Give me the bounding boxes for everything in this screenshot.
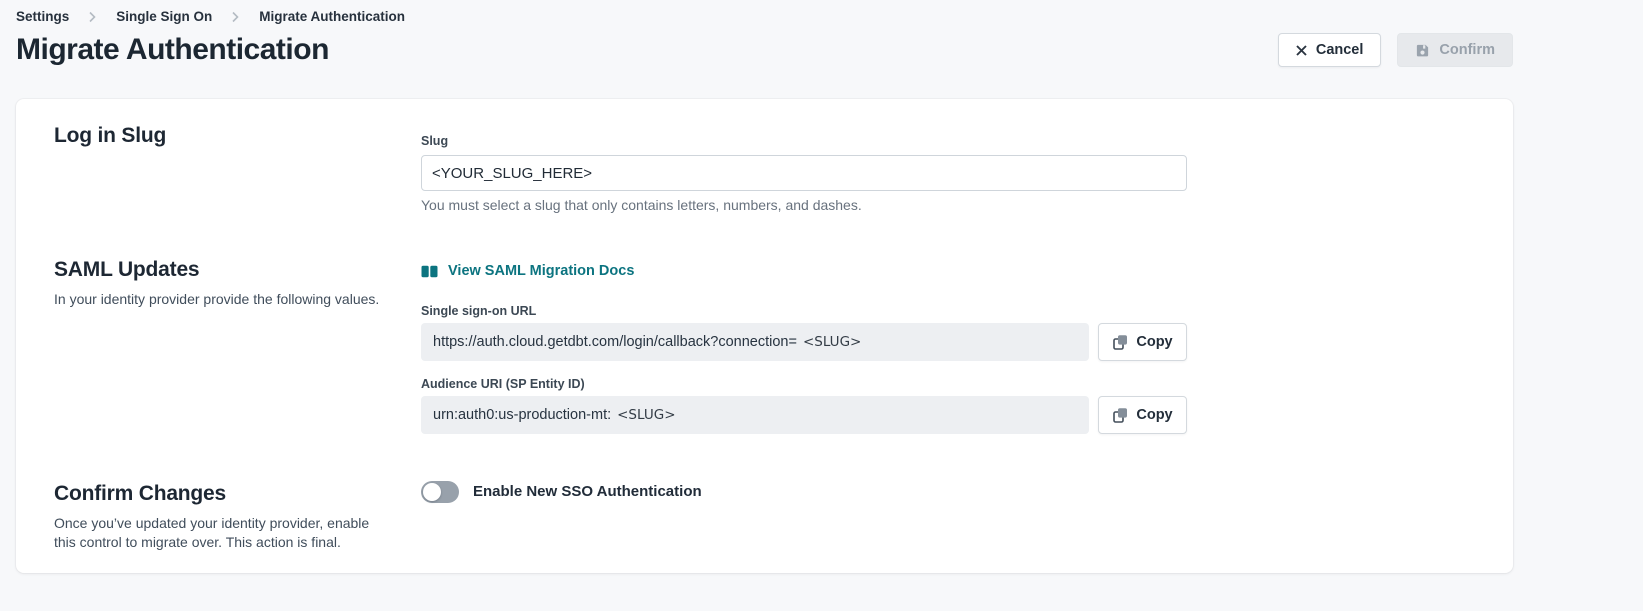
sso-url-row: https://auth.cloud.getdbt.com/login/call… [421,323,1187,361]
slug-input[interactable] [421,155,1187,191]
breadcrumb-settings[interactable]: Settings [16,9,69,24]
audience-uri-value: urn:auth0:us-production-mt: <SLUG> [421,396,1089,434]
copy-sso-url-button[interactable]: Copy [1098,323,1187,361]
sso-url-label: Single sign-on URL [421,305,1187,318]
audience-uri-label: Audience URI (SP Entity ID) [421,378,1187,391]
section-title-confirm-changes: Confirm Changes [54,481,421,507]
copy-button-label: Copy [1136,334,1172,350]
save-icon [1415,43,1430,58]
cancel-button-label: Cancel [1316,42,1364,58]
header-actions: Cancel Confirm [1278,33,1513,67]
docs-link-label: View SAML Migration Docs [448,263,634,279]
section-title-saml-updates: SAML Updates [54,257,421,283]
saml-description: In your identity provider provide the fo… [54,290,384,309]
breadcrumb: Settings Single Sign On Migrate Authenti… [16,0,1513,24]
sso-url-slug-token: <SLUG> [803,334,861,350]
copy-icon [1112,407,1128,423]
x-icon [1296,45,1307,56]
copy-audience-uri-button[interactable]: Copy [1098,396,1187,434]
confirm-description: Once you’ve updated your identity provid… [54,514,384,552]
toggle-knob [423,483,441,501]
chevron-right-icon [89,11,96,23]
book-icon [421,265,438,278]
page-header: Migrate Authentication Cancel Confirm [16,33,1513,67]
enable-sso-toggle-row: Enable New SSO Authentication [421,481,1187,503]
settings-card: Log in Slug Slug You must select a slug … [16,99,1513,573]
copy-icon [1112,334,1128,350]
breadcrumb-single-sign-on[interactable]: Single Sign On [116,9,212,24]
section-title-login-slug: Log in Slug [54,123,421,149]
chevron-right-icon [232,11,239,23]
confirm-button-label: Confirm [1439,42,1495,58]
audience-uri-slug-token: <SLUG> [617,407,675,423]
view-saml-migration-docs-link[interactable]: View SAML Migration Docs [421,263,634,279]
slug-field-label: Slug [421,135,1187,148]
migrate-authentication-page: Settings Single Sign On Migrate Authenti… [16,0,1513,573]
confirm-button[interactable]: Confirm [1397,33,1513,67]
copy-button-label: Copy [1136,407,1172,423]
enable-sso-toggle[interactable] [421,481,459,503]
enable-sso-toggle-label: Enable New SSO Authentication [473,483,702,500]
sso-url-value: https://auth.cloud.getdbt.com/login/call… [421,323,1089,361]
cancel-button[interactable]: Cancel [1278,33,1382,67]
section-saml-updates: SAML Updates In your identity provider p… [54,257,1475,434]
audience-uri-row: urn:auth0:us-production-mt: <SLUG> Copy [421,396,1187,434]
slug-helper-text: You must select a slug that only contain… [421,196,1187,215]
page-title: Migrate Authentication [16,33,329,67]
sso-url-prefix: https://auth.cloud.getdbt.com/login/call… [433,334,797,350]
audience-uri-prefix: urn:auth0:us-production-mt: [433,407,611,423]
section-login-slug: Log in Slug Slug You must select a slug … [54,123,1475,215]
breadcrumb-migrate-authentication: Migrate Authentication [259,9,405,24]
section-confirm-changes: Confirm Changes Once you’ve updated your… [54,481,1475,552]
